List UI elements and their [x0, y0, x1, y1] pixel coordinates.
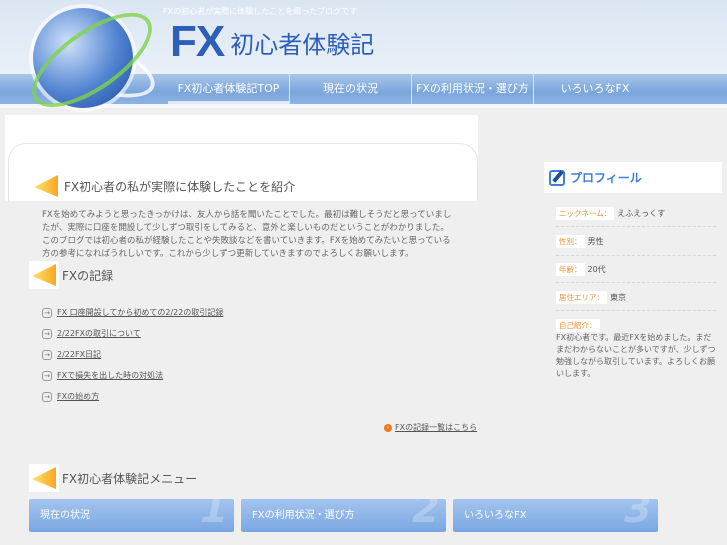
menu-card-usage[interactable]: FXの利用状況・選び方 2 [241, 499, 446, 532]
site-logo[interactable]: FX 初心者体験記 [170, 20, 374, 64]
logo-title: 初心者体験記 [230, 31, 375, 59]
intro-text: FXを始めてみようと思ったきっかけは、友人から話を聞いたことでした。最初は難しそ… [42, 210, 452, 259]
news-list: → FX 口座開設してから初めての2/22の取引記録 → 2/22FXの取引について… [42, 302, 223, 407]
field-label: 自己紹介： [556, 319, 600, 332]
field-value: 男性 [587, 237, 604, 246]
menu-card-various[interactable]: いろいろなFX 3 [453, 499, 658, 532]
heading-wedge-icon [31, 172, 61, 200]
more-link-row: › FXの記録一覧はこちら [384, 422, 477, 433]
news-heading-text: FXの記録 [62, 268, 114, 283]
field-label: 性別： [556, 235, 585, 248]
news-heading: FXの記録 [29, 261, 113, 289]
nav-various[interactable]: いろいろなFX [534, 74, 656, 104]
list-item: → FX 口座開設してから初めての2/22の取引記録 [42, 302, 223, 323]
card-number: 2 [412, 499, 440, 532]
arrow-right-icon: → [42, 391, 52, 402]
profile-heading: プロフィール [544, 162, 722, 193]
divider [556, 255, 716, 256]
divider [556, 310, 716, 311]
card-label: FXの利用状況・選び方 [252, 510, 355, 521]
news-link[interactable]: FX 口座開設してから初めての2/22の取引記録 [57, 307, 223, 318]
arrow-right-icon: → [42, 349, 52, 360]
profile-intro-text: FX初心者です。最近FXを始めました。まだまだわからないことが多いですが、少しず… [556, 333, 716, 378]
field-label: 居住エリア： [556, 291, 607, 304]
nav-usage[interactable]: FXの利用状況・選び方 [412, 74, 534, 104]
site-tagline: FXの初心者が実際に体験したことを綴ったブログです [163, 7, 358, 16]
field-label: ニックネーム： [556, 207, 615, 220]
main-nav: FX初心者体験記TOP 現在の状況 FXの利用状況・選び方 いろいろなFX [168, 74, 656, 104]
profile-gender: 性別： 男性 [556, 235, 604, 248]
heading-wedge-icon [29, 261, 59, 289]
nav-status[interactable]: 現在の状況 [290, 74, 412, 104]
arrow-right-icon: → [42, 370, 52, 381]
profile-title: プロフィール [570, 171, 642, 185]
list-item: → FXの始め方 [42, 386, 223, 407]
intro-heading-text: FX初心者の私が実際に体験したことを紹介 [64, 179, 296, 194]
menu-card-status[interactable]: 現在の状況 1 [29, 499, 234, 532]
arrow-right-icon: → [42, 307, 52, 318]
field-value: 東京 [610, 293, 626, 302]
arrow-right-icon: → [42, 328, 52, 339]
news-link[interactable]: FXの始め方 [57, 391, 99, 402]
intro-heading: FX初心者の私が実際に体験したことを紹介 [31, 172, 295, 200]
profile-area: 居住エリア： 東京 [556, 291, 626, 304]
field-label: 年齢： [556, 263, 585, 276]
list-item: → 2/22FXの取引について [42, 323, 223, 344]
edit-pen-icon [549, 169, 565, 186]
news-link[interactable]: 2/22FX日記 [57, 349, 101, 360]
logo-fx: FX [170, 17, 225, 66]
field-value: えふえっくす [617, 209, 666, 218]
menu-heading-text: FX初心者体験記メニュー [62, 471, 198, 486]
more-link[interactable]: FXの記録一覧はこちら [395, 422, 477, 433]
divider [556, 226, 716, 227]
profile-nickname: ニックネーム： えふえっくす [556, 207, 666, 220]
profile-age: 年齢： 20代 [556, 263, 606, 276]
list-item: → FXで損失を出した時の対処法 [42, 365, 223, 386]
divider [556, 282, 716, 283]
heading-wedge-icon [29, 464, 59, 492]
field-value: 20代 [587, 265, 606, 274]
card-label: 現在の状況 [40, 510, 90, 521]
nav-top[interactable]: FX初心者体験記TOP [168, 74, 290, 104]
menu-heading: FX初心者体験記メニュー [29, 464, 197, 492]
card-label: いろいろなFX [464, 510, 527, 521]
list-item: → 2/22FX日記 [42, 344, 223, 365]
news-link[interactable]: 2/22FXの取引について [57, 328, 141, 339]
card-number: 3 [624, 499, 652, 532]
chevron-right-icon: › [384, 423, 392, 432]
news-link[interactable]: FXで損失を出した時の対処法 [57, 370, 163, 381]
menu-cards: 現在の状況 1 FXの利用状況・選び方 2 いろいろなFX 3 [29, 499, 658, 532]
card-number: 1 [200, 499, 228, 532]
profile-intro-label: 自己紹介： [556, 319, 603, 332]
